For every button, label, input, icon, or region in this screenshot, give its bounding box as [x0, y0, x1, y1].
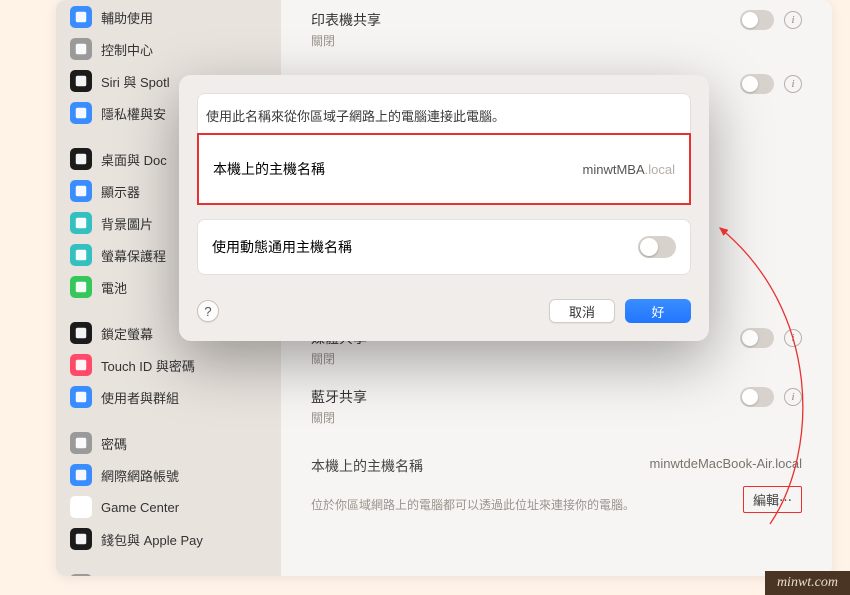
- hostname-field-label: 本機上的主機名稱: [213, 159, 325, 179]
- help-button[interactable]: ?: [197, 300, 219, 322]
- watermark: minwt.com: [765, 571, 850, 595]
- dynamic-hostname-label: 使用動態通用主機名稱: [212, 237, 352, 257]
- settings-window: 輔助使用控制中心Siri 與 Spotl隱私權與安桌面與 Doc顯示器背景圖片螢…: [56, 0, 832, 576]
- hostname-field-row[interactable]: 本機上的主機名稱 minwtMBA.local: [197, 133, 691, 205]
- dynamic-hostname-row: 使用動態通用主機名稱: [197, 219, 691, 275]
- cancel-button[interactable]: 取消: [549, 299, 615, 323]
- hostname-modal: 使用此名稱來從你區域子網路上的電腦連接此電腦。 本機上的主機名稱 minwtMB…: [179, 75, 709, 341]
- dynamic-hostname-toggle[interactable]: [638, 236, 676, 258]
- hostname-field-value: minwtMBA.local: [583, 162, 675, 177]
- modal-description: 使用此名稱來從你區域子網路上的電腦連接此電腦。: [197, 93, 691, 133]
- ok-button[interactable]: 好: [625, 299, 691, 323]
- modal-backdrop: 使用此名稱來從你區域子網路上的電腦連接此電腦。 本機上的主機名稱 minwtMB…: [56, 0, 832, 576]
